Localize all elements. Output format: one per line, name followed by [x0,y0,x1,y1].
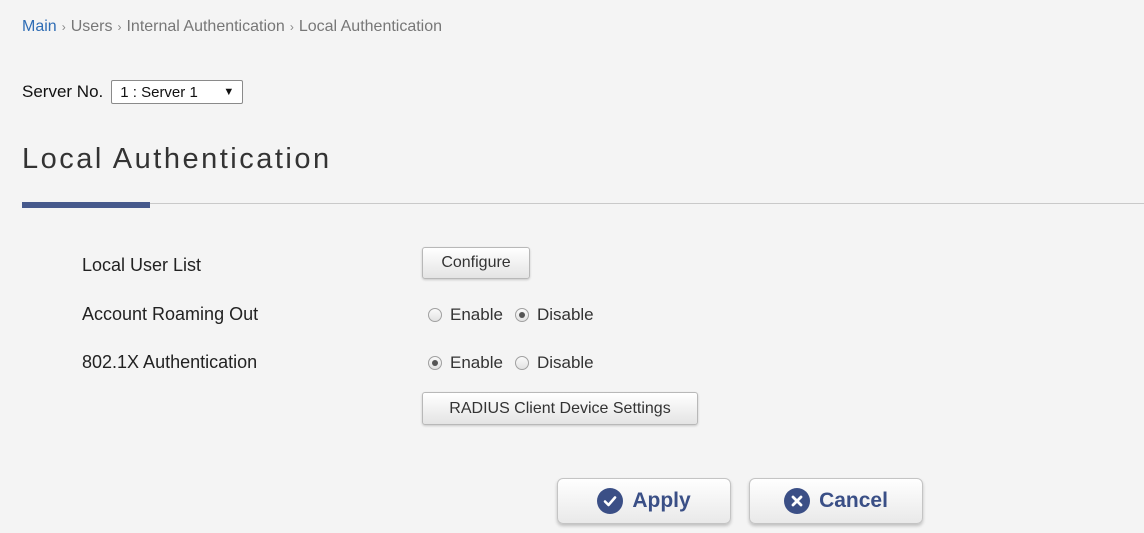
account-roaming-out-disable-radio[interactable] [514,308,529,322]
page-title: Local Authentication [22,143,332,175]
apply-button[interactable]: Apply [557,478,731,524]
account-roaming-out-disable-label[interactable]: Disable [537,305,594,325]
server-no-label: Server No. [22,82,104,101]
title-accent-bar [22,202,150,208]
dot1x-disable-radio[interactable] [514,356,529,370]
dot1x-enable-radio[interactable] [428,356,442,370]
local-user-list-label: Local User List [82,255,202,275]
breadcrumb: Main › Users › Internal Authentication › Local… [22,18,442,36]
dot1x-disable-label[interactable]: Disable [537,353,594,373]
cancel-button[interactable]: Cancel [749,478,923,524]
apply-button-label: Apply [632,489,691,512]
breadcrumb-separator: › [61,20,66,34]
dot1x-enable-label[interactable]: Enable [450,353,503,373]
breadcrumb-separator: › [117,20,122,34]
breadcrumb-internal-authentication: Internal Authentication [126,18,285,35]
account-roaming-out-enable-radio[interactable] [428,308,442,322]
dot1x-radio-group: Enable Disable [428,353,606,373]
check-circle-icon [597,488,624,514]
account-roaming-out-enable-label[interactable]: Enable [450,305,503,325]
configure-button[interactable]: Configure [422,247,530,279]
breadcrumb-main-link[interactable]: Main [22,18,57,35]
server-no-selected-value: 1 : Server 1 [120,83,198,101]
triangle-down-icon: ▼ [223,86,235,98]
breadcrumb-local-authentication: Local Authentication [298,18,443,35]
title-divider [22,203,1144,204]
radius-client-device-settings-button[interactable]: RADIUS Client Device Settings [422,392,698,425]
cancel-button-label: Cancel [819,489,888,512]
account-roaming-out-label: Account Roaming Out [82,304,259,324]
server-no-select[interactable]: 1 : Server 1 ▼ [111,80,244,104]
account-roaming-out-radio-group: Enable Disable [428,305,606,325]
breadcrumb-separator: › [289,20,294,34]
breadcrumb-users: Users [70,18,113,35]
x-circle-icon [784,488,811,514]
server-selector-row: Server No. 1 : Server 1 ▼ [22,80,244,104]
dot1x-authentication-label: 802.1X Authentication [82,352,258,372]
